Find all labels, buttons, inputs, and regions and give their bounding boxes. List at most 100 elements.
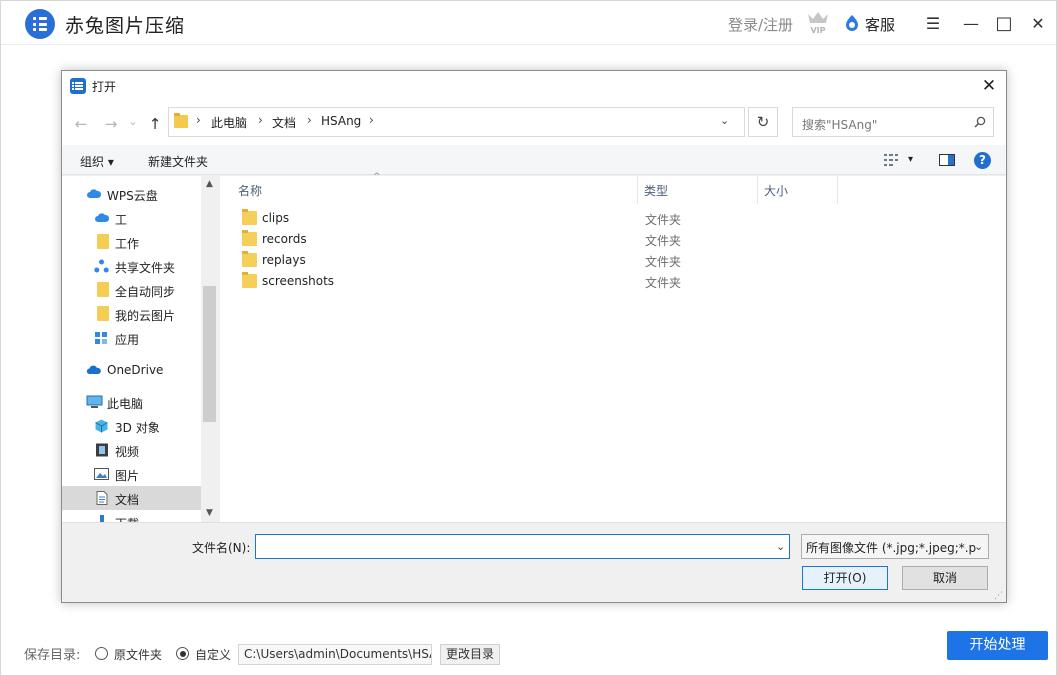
dialog-app-icon xyxy=(70,78,86,94)
radio-custom-folder[interactable] xyxy=(176,647,189,660)
file-row[interactable]: replays 文件夹 xyxy=(220,250,1006,271)
sort-ascending-icon: ^ xyxy=(373,172,381,182)
folder-icon xyxy=(97,282,109,297)
vip-crown-icon[interactable]: VIP xyxy=(805,9,831,35)
nav-item-downloads[interactable]: 下载 xyxy=(62,510,201,522)
document-icon xyxy=(96,491,108,505)
nav-item-this-pc[interactable]: 此电脑 xyxy=(62,390,201,414)
file-name: replays xyxy=(262,253,306,267)
app-title: 赤兔图片压缩 xyxy=(65,15,186,37)
nav-item-label: 工 xyxy=(115,213,128,227)
address-dropdown-icon[interactable]: ⌄ xyxy=(720,114,729,127)
back-arrow-icon[interactable]: ← xyxy=(72,115,90,133)
start-process-button[interactable]: 开始处理 xyxy=(947,631,1048,660)
picture-icon xyxy=(94,468,109,480)
nav-item-videos[interactable]: 视频 xyxy=(62,438,201,462)
search-icon[interactable] xyxy=(974,116,986,128)
column-size-label: 大小 xyxy=(764,184,789,198)
column-header-size[interactable]: 大小 xyxy=(758,176,838,204)
minimize-button[interactable]: — xyxy=(959,11,983,35)
nav-item-onedrive[interactable]: OneDrive xyxy=(62,358,201,382)
filter-dropdown-icon[interactable]: ⌄ xyxy=(974,540,983,553)
column-type-label: 类型 xyxy=(644,184,669,198)
radio-original-folder-label[interactable]: 原文件夹 xyxy=(114,646,162,663)
nav-item-label: 此电脑 xyxy=(107,397,144,411)
nav-item-label: 共享文件夹 xyxy=(115,261,176,275)
close-button[interactable]: ✕ xyxy=(1026,11,1050,35)
change-dir-button[interactable]: 更改目录 xyxy=(440,644,500,665)
up-arrow-icon[interactable]: ↑ xyxy=(146,115,164,133)
nav-item-label: OneDrive xyxy=(107,363,164,377)
radio-original-folder[interactable] xyxy=(95,647,108,660)
new-folder-button[interactable]: 新建文件夹 xyxy=(148,153,208,170)
dialog-navbar: ← → ⌄ ↑ › 此电脑 › 文档 › HSAng › ⌄ ↻ 搜索"HSAn… xyxy=(62,101,1006,145)
file-type-filter[interactable]: 所有图像文件 (*.jpg;*.jpeg;*.p ⌄ xyxy=(801,534,989,559)
column-name-label: 名称 xyxy=(238,184,263,198)
filename-input[interactable]: ⌄ xyxy=(255,534,790,559)
file-row[interactable]: records 文件夹 xyxy=(220,229,1006,250)
cloud-icon xyxy=(95,213,109,222)
help-icon[interactable]: ? xyxy=(974,152,991,169)
file-row[interactable]: clips 文件夹 xyxy=(220,208,1006,229)
nav-item-label: 3D 对象 xyxy=(115,421,160,435)
file-type: 文件夹 xyxy=(645,213,682,227)
nav-item-3d-objects[interactable]: 3D 对象 xyxy=(62,414,201,438)
scroll-down-icon[interactable]: ▼ xyxy=(201,505,218,522)
computer-icon xyxy=(86,395,103,408)
recent-locations-dropdown-icon[interactable]: ⌄ xyxy=(124,113,142,131)
nav-item-work[interactable]: 工作 xyxy=(62,230,201,254)
nav-item-auto-sync[interactable]: 全自动同步 xyxy=(62,278,201,302)
folder-icon xyxy=(97,306,109,321)
nav-item-apps[interactable]: 应用 xyxy=(62,326,201,350)
filename-dropdown-icon[interactable]: ⌄ xyxy=(776,540,785,553)
nav-item-gong[interactable]: 工 xyxy=(62,206,201,230)
address-bar[interactable]: › 此电脑 › 文档 › HSAng › ⌄ xyxy=(168,107,745,137)
scroll-up-icon[interactable]: ▲ xyxy=(201,176,218,193)
breadcrumb-hsang[interactable]: HSAng xyxy=(321,114,361,128)
nav-item-wps-cloud[interactable]: WPS云盘 xyxy=(62,182,201,206)
apps-icon xyxy=(95,332,107,344)
file-type-filter-value: 所有图像文件 (*.jpg;*.jpeg;*.p xyxy=(806,541,977,555)
organize-menu[interactable]: 组织 ▾ xyxy=(80,153,114,170)
breadcrumb-separator: › xyxy=(196,113,201,127)
breadcrumb-separator: › xyxy=(369,113,374,127)
vip-label: VIP xyxy=(810,26,825,35)
file-name: records xyxy=(262,232,307,246)
nav-item-label: 我的云图片 xyxy=(115,309,176,323)
save-path-field[interactable]: C:\Users\admin\Documents\HSAng xyxy=(238,644,432,665)
nav-item-label: 下载 xyxy=(115,515,139,522)
breadcrumb-documents[interactable]: 文档 xyxy=(272,114,296,131)
menu-button[interactable]: ☰ xyxy=(921,11,945,35)
nav-item-documents[interactable]: 文档 xyxy=(62,486,201,510)
radio-custom-folder-label[interactable]: 自定义 xyxy=(195,646,231,663)
column-header-name[interactable]: 名称 ^ xyxy=(232,172,638,204)
navpane-scroll-thumb[interactable] xyxy=(203,286,216,422)
login-register-link[interactable]: 登录/注册 xyxy=(728,14,793,35)
folder-icon xyxy=(242,251,257,267)
nav-item-pictures[interactable]: 图片 xyxy=(62,462,201,486)
refresh-icon[interactable]: ↻ xyxy=(748,107,778,137)
search-input[interactable]: 搜索"HSAng" xyxy=(802,116,877,133)
download-icon xyxy=(100,515,104,522)
nav-item-cloud-pictures[interactable]: 我的云图片 xyxy=(62,302,201,326)
save-dir-label: 保存目录: xyxy=(24,648,81,663)
file-row[interactable]: screenshots 文件夹 xyxy=(220,271,1006,292)
cancel-button[interactable]: 取消 xyxy=(902,566,988,590)
open-button[interactable]: 打开(O) xyxy=(802,566,888,590)
filename-label: 文件名(N): xyxy=(192,541,251,555)
customer-service-icon[interactable] xyxy=(844,14,860,32)
search-box[interactable]: 搜索"HSAng" xyxy=(792,107,994,137)
column-header-type[interactable]: 类型 xyxy=(638,176,758,204)
dialog-close-button[interactable]: ✕ xyxy=(978,75,1000,97)
view-options-icon[interactable] xyxy=(884,153,900,167)
nav-item-shared-folder[interactable]: 共享文件夹 xyxy=(62,254,201,278)
view-dropdown-icon[interactable]: ▾ xyxy=(908,154,913,165)
breadcrumb-this-pc[interactable]: 此电脑 xyxy=(211,114,247,131)
customer-service-link[interactable]: 客服 xyxy=(865,14,895,35)
maximize-button[interactable]: □ xyxy=(992,11,1016,35)
navigation-pane: WPS云盘 工 工作 共享文件夹 全自动同步 我的云图片 应用 OneDrive… xyxy=(62,176,218,522)
resize-grip-icon[interactable]: ⋰ xyxy=(994,591,1003,601)
file-name: clips xyxy=(262,211,290,225)
forward-arrow-icon[interactable]: → xyxy=(102,115,120,133)
preview-pane-icon[interactable] xyxy=(939,153,955,167)
